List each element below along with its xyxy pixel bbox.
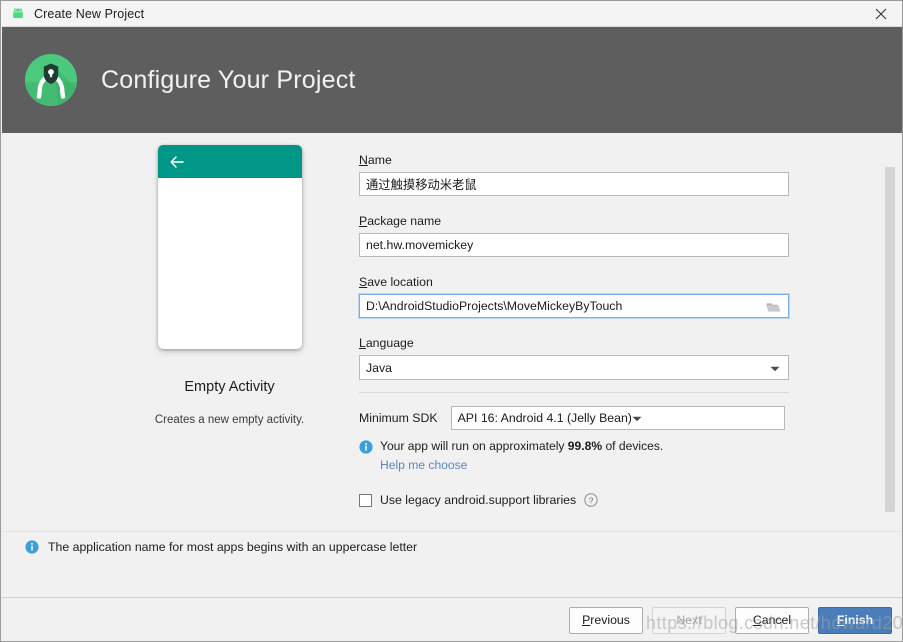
package-name-input-value: net.hw.movemickey	[366, 238, 474, 252]
android-robot-icon	[13, 7, 23, 18]
android-studio-logo	[25, 54, 77, 106]
save-location-input[interactable]: D:\AndroidStudioProjects\MoveMickeyByTou…	[359, 294, 789, 318]
sdk-coverage-percent: 99.8%	[567, 439, 603, 453]
project-config-form: Name 通过触摸移动米老鼠 Package name net.hw.movem…	[359, 151, 791, 507]
sdk-coverage-note: Your app will run on approximately 99.8%…	[359, 439, 791, 454]
minimum-sdk-row: Minimum SDK API 16: Android 4.1 (Jelly B…	[359, 406, 791, 430]
folder-icon	[766, 302, 780, 312]
package-name-label-mnemonic: P	[359, 214, 368, 228]
content-scrollbar-thumb[interactable]	[885, 167, 895, 512]
template-name: Empty Activity	[184, 379, 275, 395]
svg-text:?: ?	[589, 495, 594, 505]
window-title: Create New Project	[34, 6, 145, 21]
finish-button-rest: inish	[844, 613, 874, 627]
cancel-button-mnemonic: C	[752, 613, 762, 627]
sdk-coverage-text: Your app will run on approximately 99.8%…	[380, 439, 663, 453]
save-location-label-rest: ave location	[367, 275, 433, 289]
info-icon	[25, 540, 39, 554]
close-icon	[875, 8, 887, 19]
previous-button-mnemonic: P	[582, 613, 591, 627]
name-input-value: 通过触摸移动米老鼠	[366, 178, 477, 192]
template-description: Creates a new empty activity.	[154, 414, 305, 426]
previous-button[interactable]: Previous	[569, 606, 643, 634]
sdk-coverage-suffix: of devices.	[602, 439, 664, 453]
cancel-button-rest: ancel	[761, 613, 792, 627]
legacy-libraries-label: Use legacy android.support libraries	[380, 493, 577, 507]
window-titlebar: Create New Project	[1, 1, 902, 27]
section-divider	[359, 392, 789, 393]
dialog-header: Configure Your Project	[2, 27, 902, 133]
language-label-mnemonic: L	[359, 336, 366, 350]
cancel-button[interactable]: Cancel	[735, 606, 809, 634]
page-title: Configure Your Project	[101, 65, 356, 94]
save-location-label-mnemonic: S	[359, 275, 368, 289]
help-me-choose-link[interactable]: Help me choose	[380, 458, 467, 472]
finish-button[interactable]: Finish	[818, 606, 892, 634]
chevron-down-icon	[632, 411, 642, 425]
arrow-left-icon	[169, 155, 184, 168]
validation-message-row: The application name for most apps begin…	[2, 532, 902, 554]
legacy-libraries-help-button[interactable]: ?	[584, 493, 598, 507]
language-select[interactable]: Java	[359, 355, 789, 380]
finish-button-mnemonic: F	[836, 613, 845, 627]
info-icon	[359, 440, 373, 454]
next-button-label: Next	[676, 613, 702, 627]
previous-button-rest: revious	[590, 613, 630, 627]
dialog-content: Empty Activity Creates a new empty activ…	[2, 133, 902, 531]
question-circle-icon: ?	[584, 493, 598, 507]
package-name-label: Package name	[359, 214, 441, 228]
language-label: Language	[359, 336, 414, 350]
name-label-mnemonic: N	[359, 153, 368, 167]
validation-status-bar: The application name for most apps begin…	[2, 531, 902, 597]
minimum-sdk-label: Minimum SDK	[359, 411, 438, 425]
minimum-sdk-select[interactable]: API 16: Android 4.1 (Jelly Bean)	[450, 406, 785, 430]
minimum-sdk-select-value: API 16: Android 4.1 (Jelly Bean)	[457, 411, 632, 425]
name-label-rest: ame	[367, 153, 392, 167]
save-location-input-value: D:\AndroidStudioProjects\MoveMickeyByTou…	[366, 299, 623, 313]
chevron-down-icon	[770, 361, 780, 375]
save-location-label: Save location	[359, 275, 433, 289]
legacy-libraries-checkbox[interactable]	[359, 493, 372, 507]
template-preview-card	[157, 145, 302, 349]
close-button[interactable]	[858, 1, 902, 26]
language-label-rest: anguage	[365, 336, 414, 350]
create-new-project-dialog: Create New Project Configure Your Projec…	[0, 0, 903, 642]
dialog-button-bar: Previous Next Cancel Finish	[2, 597, 902, 641]
language-select-value: Java	[366, 360, 392, 375]
package-name-input[interactable]: net.hw.movemickey	[359, 233, 789, 257]
content-scrollbar[interactable]	[885, 133, 895, 531]
name-label: Name	[359, 153, 392, 167]
browse-folder-button[interactable]	[759, 296, 787, 318]
preview-appbar	[157, 145, 302, 178]
legacy-libraries-row: Use legacy android.support libraries ?	[359, 493, 791, 507]
name-input[interactable]: 通过触摸移动米老鼠	[359, 172, 789, 196]
package-name-label-rest: ackage name	[367, 214, 442, 228]
next-button[interactable]: Next	[652, 606, 726, 634]
sdk-coverage-prefix: Your app will run on approximately	[380, 439, 568, 453]
validation-message: The application name for most apps begin…	[48, 540, 418, 554]
template-preview: Empty Activity Creates a new empty activ…	[122, 145, 337, 426]
